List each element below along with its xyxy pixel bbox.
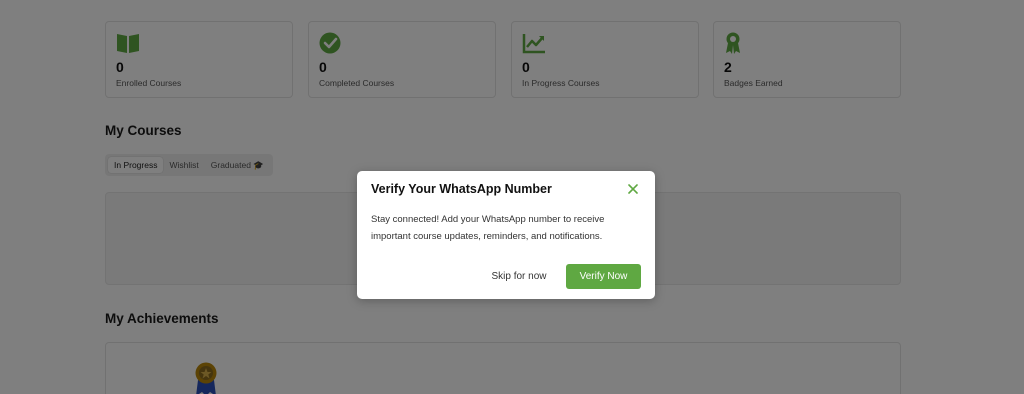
skip-button[interactable]: Skip for now (479, 264, 559, 289)
modal-title: Verify Your WhatsApp Number (371, 182, 552, 196)
verify-whatsapp-modal: Verify Your WhatsApp Number Stay connect… (357, 171, 655, 299)
verify-now-button[interactable]: Verify Now (566, 264, 641, 289)
modal-body-text: Stay connected! Add your WhatsApp number… (371, 214, 605, 242)
close-icon[interactable] (627, 183, 639, 195)
